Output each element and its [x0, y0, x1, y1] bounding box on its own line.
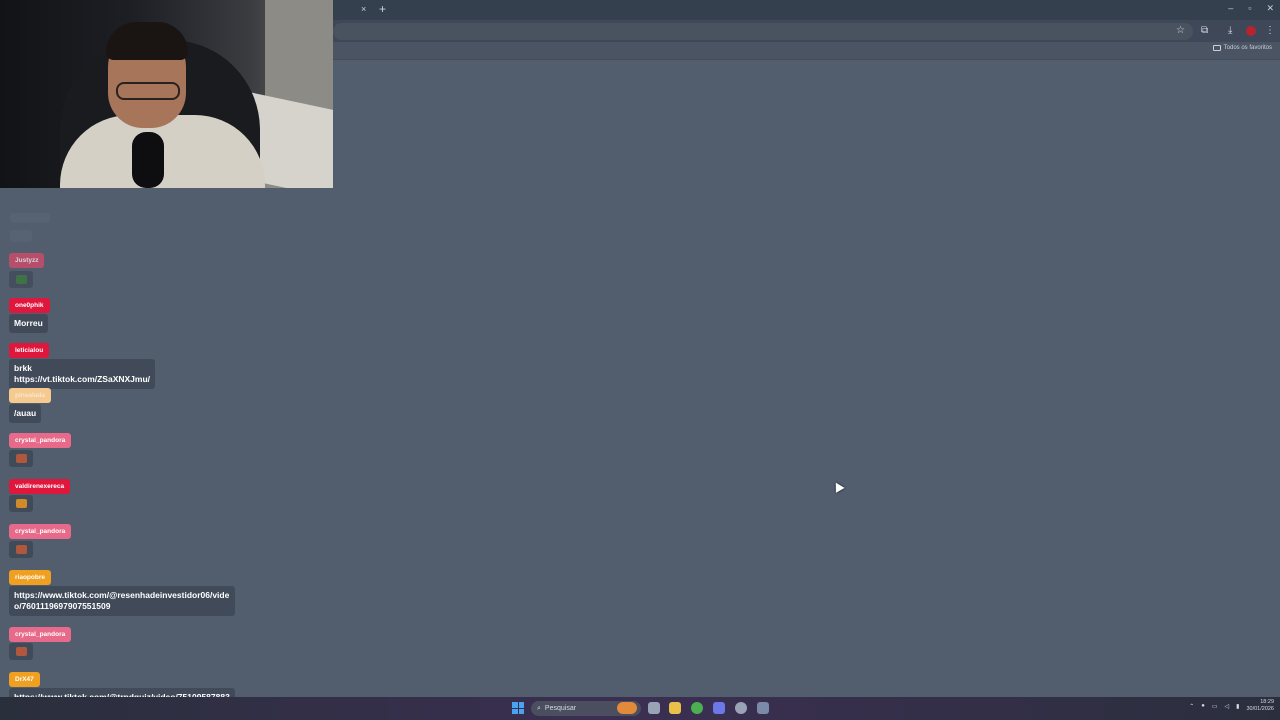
maximize-button[interactable]: ▫ — [1248, 3, 1251, 14]
profile-icon[interactable] — [1246, 26, 1256, 36]
chat-emote — [9, 271, 33, 288]
volume-icon[interactable]: ◁ — [1225, 703, 1230, 710]
chat-username: DrX47 — [9, 672, 40, 687]
chrome-icon[interactable] — [691, 702, 703, 714]
search-placeholder: Pesquisar — [544, 705, 577, 712]
star-icon[interactable]: ☆ — [1176, 25, 1185, 36]
chat-username: one0phik — [9, 298, 50, 313]
chat-message: Morreu — [9, 314, 48, 333]
chat-emote — [9, 643, 33, 660]
settings-icon[interactable] — [735, 702, 747, 714]
minimize-button[interactable]: – — [1228, 3, 1233, 14]
window-controls: – ▫ ✕ — [1228, 3, 1274, 14]
widgets-icon[interactable] — [617, 702, 637, 714]
clock-time: 18:29 — [1260, 699, 1274, 705]
chat-username: leticialou — [9, 343, 50, 358]
chat-message: /auau — [9, 404, 42, 423]
clock-date: 30/01/2026 — [1246, 706, 1274, 712]
download-icon[interactable]: ⤓ — [1228, 25, 1232, 36]
chat-emote — [9, 495, 33, 512]
faded-chat-item — [10, 213, 50, 223]
chat-username: crystal_pandora — [9, 627, 72, 642]
menu-icon[interactable]: ⋮ — [1265, 25, 1275, 36]
start-button[interactable] — [512, 702, 524, 714]
extensions-icon[interactable]: ⧉ — [1201, 25, 1208, 36]
all-bookmarks-label: Todos os favoritos — [1223, 45, 1272, 51]
file-explorer-icon[interactable] — [669, 702, 681, 714]
address-bar[interactable] — [333, 23, 1193, 40]
chat-username: riaopobre — [9, 570, 51, 585]
network-icon[interactable]: ▭ — [1212, 703, 1218, 710]
chat-message: https://www.tiktok.com/@resenhadeinvesti… — [9, 586, 235, 616]
chat-username: Justyzz — [9, 253, 45, 268]
faded-chat-item — [10, 230, 32, 242]
system-tray: ⌃ ● ▭ ◁ ▮ 18:29 30/01/2026 — [1189, 699, 1274, 713]
chat-message: brkk https://vt.tiktok.com/ZSaXNXJmu/ — [9, 359, 156, 389]
search-icon: ⌕ — [537, 704, 541, 712]
chat-username: valdirenexereca — [9, 479, 71, 494]
folder-icon — [1212, 45, 1221, 51]
close-window-button[interactable]: ✕ — [1266, 3, 1274, 14]
chat-emote — [9, 541, 33, 558]
chat-username: crystal_pandora — [9, 433, 72, 448]
chat-username: crystal_pandora — [9, 524, 72, 539]
task-view-icon[interactable] — [648, 702, 660, 714]
chevron-up-icon[interactable]: ⌃ — [1189, 703, 1194, 710]
discord-icon[interactable] — [713, 702, 725, 714]
battery-icon[interactable]: ▮ — [1236, 703, 1239, 710]
all-bookmarks-folder[interactable]: Todos os favoritos — [1212, 45, 1272, 51]
chat-emote — [9, 450, 33, 467]
webcam-overlay — [0, 0, 333, 188]
chat-username: pinealada — [9, 388, 51, 403]
calculator-icon[interactable] — [757, 702, 769, 714]
tab-close-button[interactable]: × — [361, 4, 366, 14]
mouse-cursor — [831, 480, 845, 493]
mic-icon[interactable]: ● — [1201, 703, 1205, 709]
new-tab-button[interactable]: + — [379, 2, 386, 16]
clock[interactable]: 18:29 30/01/2026 — [1246, 699, 1274, 713]
